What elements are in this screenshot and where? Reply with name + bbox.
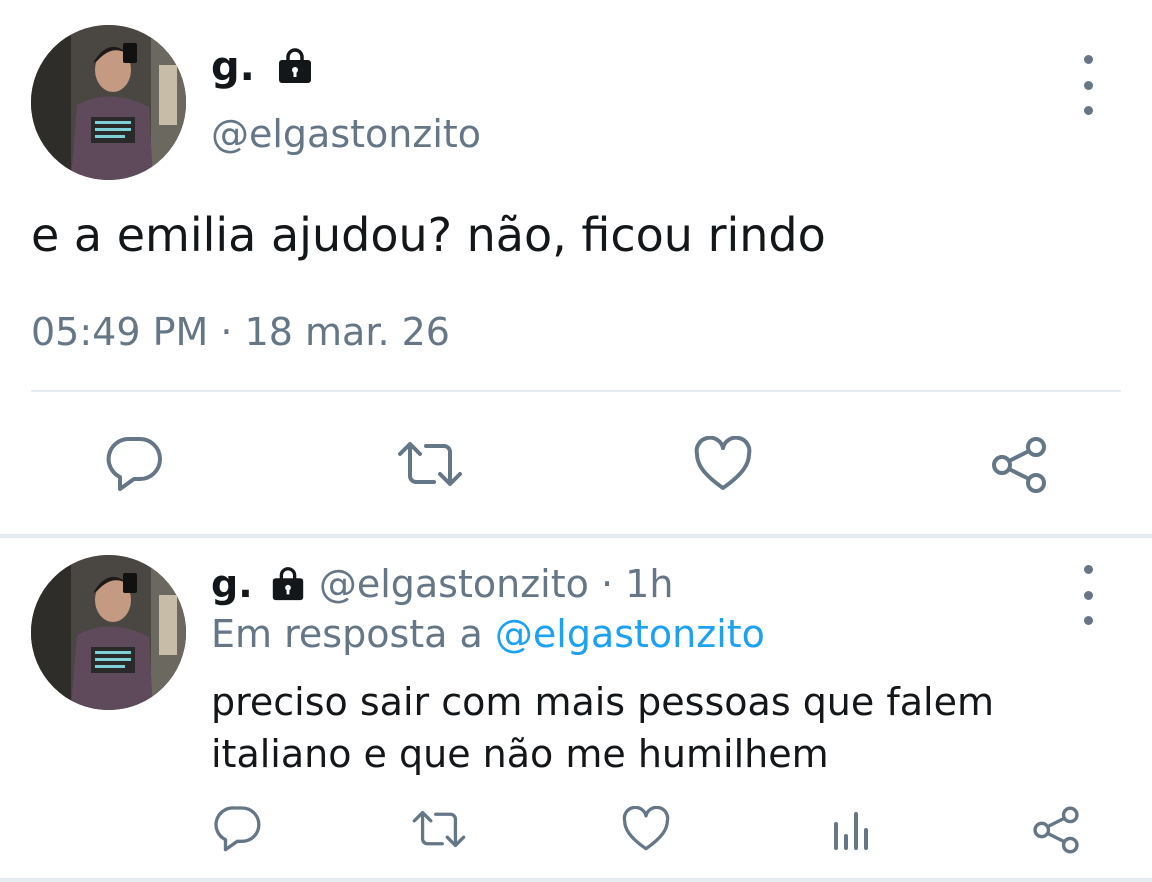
retweet-button[interactable] xyxy=(392,432,468,496)
reply-prefix: Em resposta a xyxy=(211,612,483,656)
avatar-photo xyxy=(31,25,186,180)
retweet-button[interactable] xyxy=(407,802,471,856)
reply-handle[interactable]: @elgastonzito xyxy=(319,562,589,606)
avatar-photo xyxy=(31,555,186,710)
like-button[interactable] xyxy=(690,432,756,496)
display-name[interactable]: g. xyxy=(211,44,315,90)
reply-icon xyxy=(106,436,162,491)
avatar[interactable] xyxy=(31,25,186,180)
reply-avatar[interactable] xyxy=(31,555,186,710)
analytics-button[interactable] xyxy=(822,804,878,856)
reply-context: Em resposta a @elgastonzito xyxy=(211,612,765,656)
reply-icon xyxy=(214,806,261,852)
tweet-separator xyxy=(0,534,1152,538)
like-icon xyxy=(694,436,752,490)
tweet-text: e a emilia ajudou? não, ficou rindo xyxy=(31,208,826,262)
reply-mention-link[interactable]: @elgastonzito xyxy=(495,612,765,656)
tweet-date[interactable]: 18 mar. 26 xyxy=(245,310,450,354)
tweet-time: 05:49 PM xyxy=(31,310,209,354)
reply-text-line: italiano e que não me humilhem xyxy=(211,732,829,776)
retweet-icon xyxy=(412,810,466,848)
reply-button[interactable] xyxy=(100,430,170,496)
analytics-icon xyxy=(834,812,868,850)
reply-text: preciso sair com mais pessoas que falem … xyxy=(211,676,1111,780)
more-options-icon[interactable] xyxy=(1076,55,1100,115)
handle[interactable]: @elgastonzito xyxy=(211,112,481,156)
tweet-timestamp: 05:49 PM · 18 mar. 26 xyxy=(31,310,450,354)
display-name-text: g. xyxy=(211,44,255,90)
share-button[interactable] xyxy=(1026,802,1086,858)
like-button[interactable] xyxy=(618,803,674,855)
lock-icon xyxy=(278,48,311,83)
reply-age: 1h xyxy=(625,562,674,606)
retweet-icon xyxy=(398,442,462,486)
reply-display-name[interactable]: g. xyxy=(211,562,253,606)
reply-header: g. @elgastonzito · 1h xyxy=(211,562,673,606)
share-button[interactable] xyxy=(984,432,1054,498)
bottom-divider xyxy=(0,878,1152,882)
share-icon xyxy=(1033,806,1079,854)
divider xyxy=(31,390,1121,392)
meta-separator: · xyxy=(220,310,233,354)
reply-button[interactable] xyxy=(208,800,268,856)
lock-icon xyxy=(272,566,303,600)
more-options-icon[interactable] xyxy=(1076,565,1100,625)
reply-separator: · xyxy=(600,562,614,606)
like-icon xyxy=(622,806,670,851)
reply-text-line: preciso sair com mais pessoas que falem xyxy=(211,680,994,724)
share-icon xyxy=(992,437,1046,493)
